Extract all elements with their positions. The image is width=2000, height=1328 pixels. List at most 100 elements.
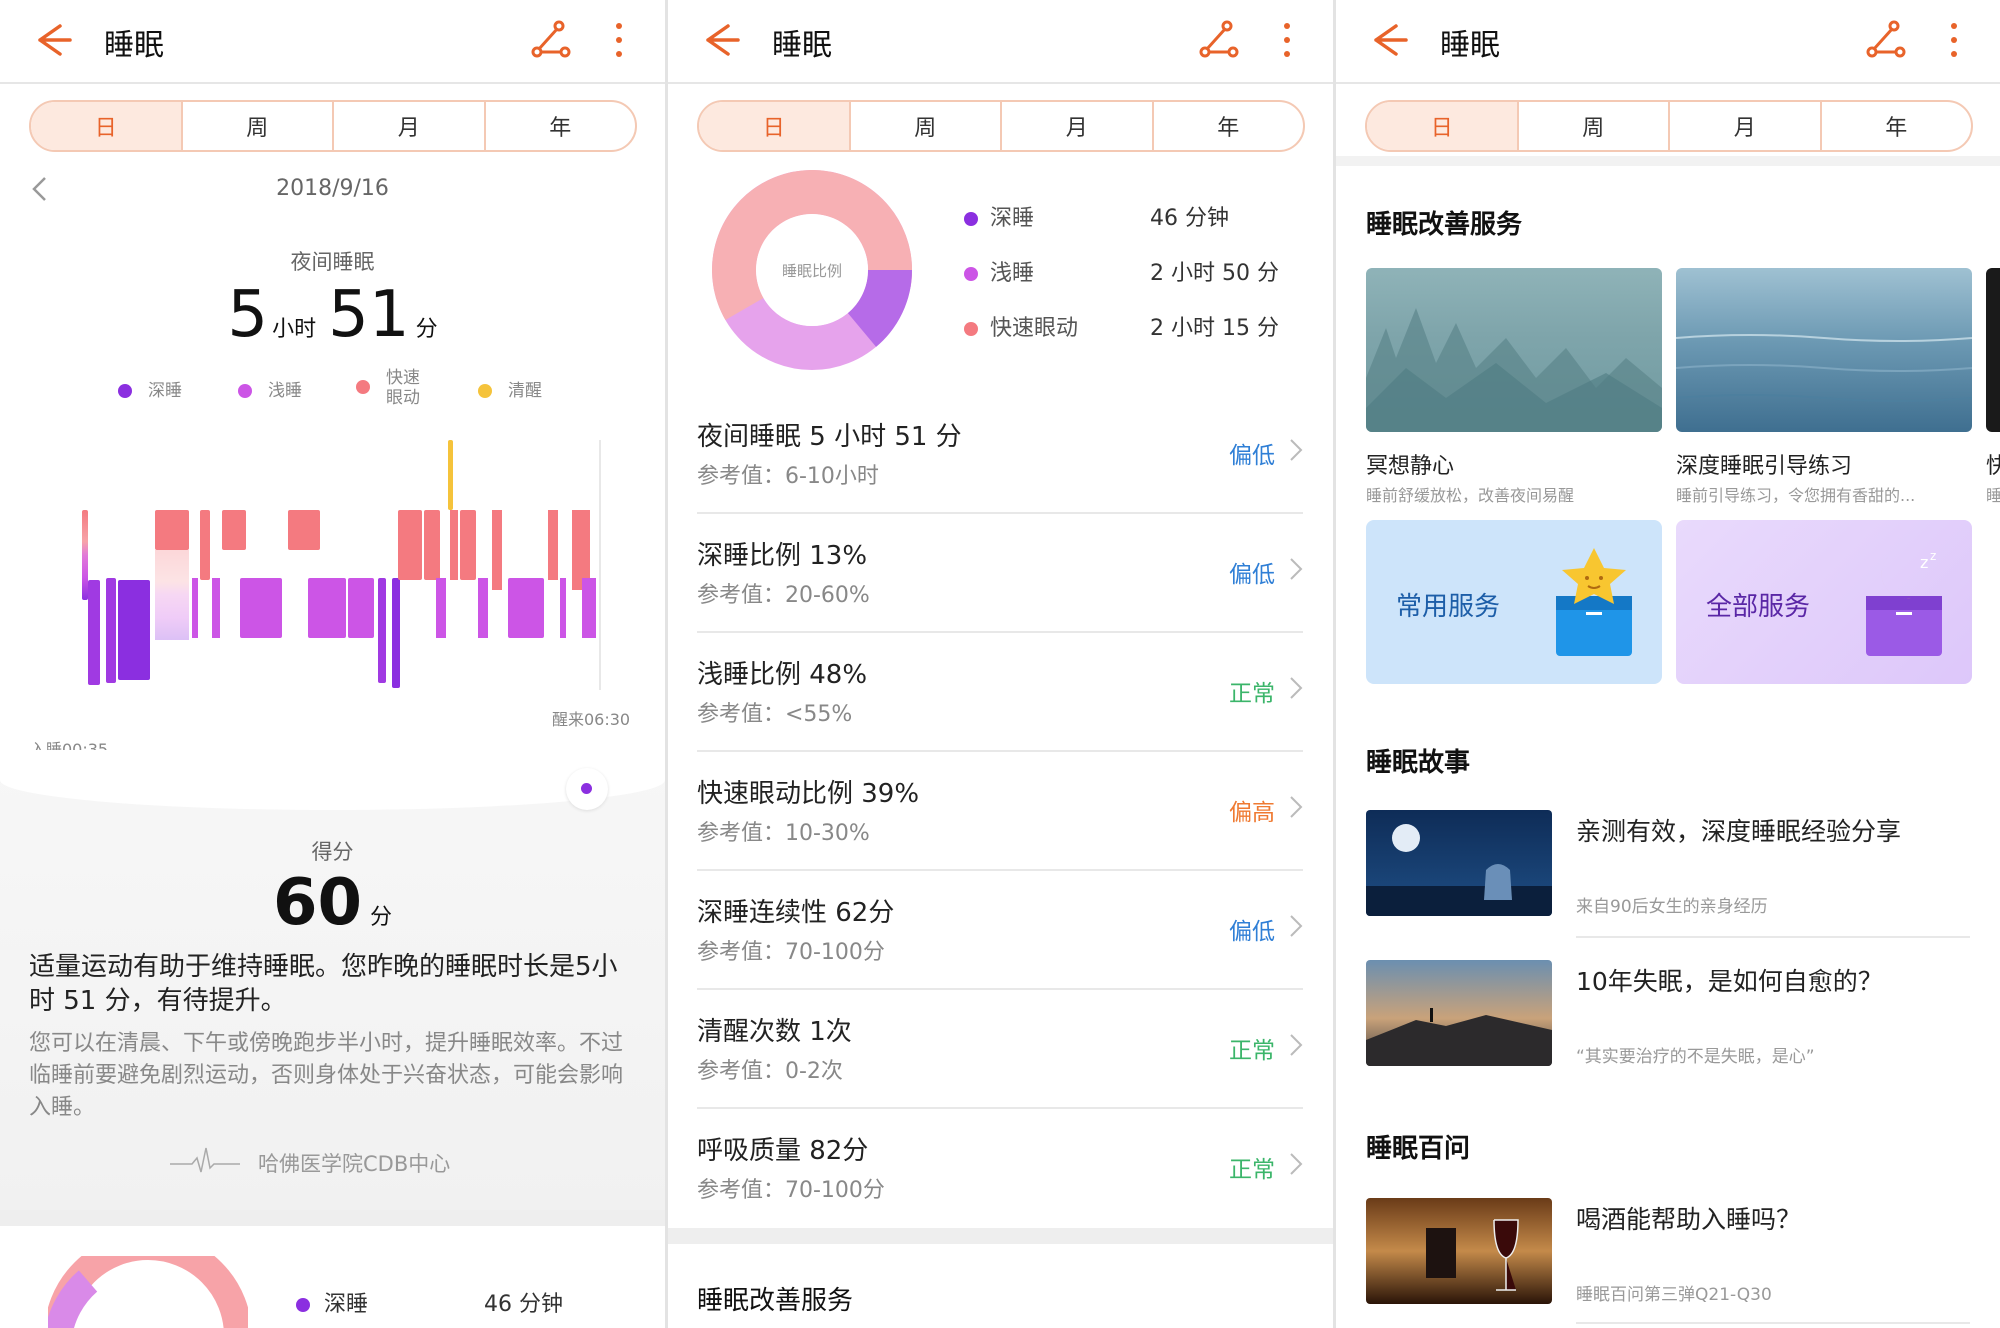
- period-tabs: 日 周 月 年: [1365, 100, 1973, 152]
- panel-sleep-metrics: 睡眠 日 周 月 年 睡眠比例 深睡 46 分钟 浅睡 2 小时 50 分 快速…: [668, 0, 1333, 1328]
- metric-title: 快速眼动比例 39%: [697, 779, 920, 809]
- footer-section-title: 睡眠改善服务: [697, 1286, 854, 1316]
- share-icon[interactable]: [1197, 18, 1241, 62]
- common-services-tile[interactable]: 常用服务: [1366, 520, 1662, 684]
- story-title[interactable]: 10年失眠，是如何自愈的？: [1576, 962, 1883, 998]
- legend-awake: 清醒: [478, 376, 542, 401]
- sleep-stage-chart: [82, 440, 601, 690]
- card-desc: 睡前引导练习，令您拥有香甜的...: [1676, 486, 1916, 505]
- metric-row[interactable]: 清醒次数 1次 参考值：0-2次 正常: [697, 991, 1303, 1109]
- breakdown-dot-rem: [964, 322, 978, 336]
- metric-row[interactable]: 深睡比例 13% 参考值：20-60% 偏低: [697, 515, 1303, 633]
- back-arrow-icon[interactable]: [30, 18, 74, 62]
- bottom-legend-value: 46 分钟: [484, 1292, 563, 1317]
- story-subtitle: 来自90后女生的亲身经历: [1576, 897, 1768, 917]
- breakdown-rem: 快速眼动: [964, 310, 1078, 342]
- advice-detail: 您可以在清晨、下午或傍晚跑步半小时，提升睡眠效率。不过临睡前要避免剧烈运动，否则…: [29, 1031, 624, 1120]
- timeline-handle[interactable]: [566, 768, 608, 810]
- metric-reference: 参考值：<55%: [697, 702, 853, 727]
- wake-time: 醒来06:30: [552, 710, 631, 729]
- qa-thumb-wine[interactable]: [1366, 1198, 1552, 1304]
- meditation-card-image[interactable]: [1366, 268, 1662, 432]
- metric-row[interactable]: 呼吸质量 82分 参考值：70-100分 正常: [697, 1110, 1303, 1228]
- bottom-legend-label: 深睡: [324, 1292, 369, 1317]
- score-label: 得分: [311, 840, 354, 864]
- section-divider: [0, 1210, 665, 1226]
- breakdown-light: 浅睡: [964, 255, 1034, 287]
- more-options-icon[interactable]: [1944, 18, 1964, 62]
- score-number: 60: [272, 866, 363, 940]
- share-icon[interactable]: [1864, 18, 1908, 62]
- advice-main: 适量运动有助于维持睡眠。您昨晚的睡眠时长是5小时 51 分，有待提升。: [29, 952, 618, 1016]
- wine-glass-image: [1426, 1219, 1519, 1291]
- tab-month[interactable]: 月: [1000, 102, 1152, 150]
- qa-title[interactable]: 喝酒能帮助入睡吗？: [1576, 1200, 1801, 1236]
- metric-reference: 参考值：6-10小时: [697, 464, 879, 489]
- ocean-image: [1676, 334, 1972, 402]
- story-title[interactable]: 亲测有效，深度睡眠经验分享: [1576, 812, 1901, 848]
- back-arrow-icon[interactable]: [698, 18, 742, 62]
- legend-rem: 快速眼动: [356, 368, 426, 408]
- score-unit: 分: [370, 905, 393, 930]
- chevron-right-icon: [1290, 677, 1303, 699]
- sleep-ratio-donut: 睡眠比例: [712, 170, 912, 370]
- card-title[interactable]: 冥想静心: [1366, 448, 1454, 480]
- score-card-curve: [0, 750, 665, 810]
- score-value: 60 分: [0, 866, 665, 940]
- card-title[interactable]: 深度睡眠引导练习: [1676, 448, 1852, 480]
- metric-row[interactable]: 夜间睡眠 5 小时 51 分参考值：6-10小时 偏低: [697, 396, 1303, 514]
- page-title: 睡眠: [772, 28, 832, 63]
- tile-label: 全部服务: [1706, 592, 1811, 622]
- tab-week[interactable]: 周: [180, 102, 333, 150]
- breakdown-deep: 深睡: [964, 200, 1034, 232]
- metric-title: 呼吸质量 82分: [697, 1136, 869, 1166]
- metric-title: 清醒次数 1次: [697, 1017, 852, 1047]
- donut-center-label: 睡眠比例: [782, 263, 842, 280]
- tab-day[interactable]: 日: [699, 102, 849, 150]
- svg-text:z: z: [1930, 549, 1936, 563]
- mini-donut-chart: [48, 1256, 248, 1328]
- more-options-icon[interactable]: [1277, 18, 1297, 62]
- metric-status: 偏高: [1229, 800, 1275, 826]
- top-bar: 睡眠: [668, 0, 1333, 84]
- tab-week[interactable]: 周: [1516, 102, 1669, 150]
- legend-dot-awake: [478, 384, 492, 398]
- tab-month[interactable]: 月: [1668, 102, 1820, 150]
- metric-status: 偏低: [1229, 919, 1275, 945]
- period-tabs: 日 周 月 年: [697, 100, 1305, 152]
- cliff-sunset-image: [1366, 1008, 1552, 1066]
- tab-day[interactable]: 日: [1367, 102, 1517, 150]
- tab-year[interactable]: 年: [483, 102, 636, 150]
- breakdown-value-light: 2 小时 50 分: [1150, 261, 1279, 286]
- share-icon[interactable]: [529, 18, 573, 62]
- chevron-right-icon: [1290, 796, 1303, 818]
- legend-label-light: 浅睡: [268, 381, 302, 401]
- story-thumb-cliff[interactable]: [1366, 960, 1552, 1066]
- all-services-tile[interactable]: 全部服务 zz: [1676, 520, 1972, 684]
- deep-sleep-card-image[interactable]: [1676, 268, 1972, 432]
- story-thumb-moon[interactable]: [1366, 810, 1552, 916]
- tab-year[interactable]: 年: [1819, 102, 1972, 150]
- chevron-right-icon: [1290, 915, 1303, 937]
- score-card: 得分 60 分 适量运动有助于维持睡眠。您昨晚的睡眠时长是5小时 51 分，有待提…: [0, 750, 665, 1210]
- metric-status: 正常: [1229, 1038, 1275, 1064]
- tab-year[interactable]: 年: [1151, 102, 1304, 150]
- panel-sleep-services: 睡眠 日 周 月 年 睡眠改善服务 冥想静心 睡前舒缓放松，改善夜间易醒 深度睡…: [1336, 0, 2000, 1328]
- chevron-right-icon: [1290, 1034, 1303, 1056]
- metric-row[interactable]: 浅睡比例 48% 参考值：<55% 正常: [697, 634, 1303, 752]
- next-card-image-partial[interactable]: [1986, 268, 2000, 432]
- legend-deep: 深睡: [118, 376, 182, 401]
- breakdown-label-rem: 快速眼动: [990, 316, 1079, 341]
- tile-label: 常用服务: [1396, 592, 1501, 622]
- tab-day[interactable]: 日: [31, 102, 181, 150]
- metric-row[interactable]: 快速眼动比例 39% 参考值：10-30% 偏高: [697, 753, 1303, 871]
- metric-row[interactable]: 深睡连续性 62分 参考值：70-100分 偏低: [697, 872, 1303, 990]
- metric-status: 偏低: [1229, 562, 1275, 588]
- more-options-icon[interactable]: [609, 18, 629, 62]
- metric-status: 偏低: [1229, 443, 1275, 469]
- next-card-title-partial: 快: [1986, 454, 2000, 479]
- tab-week[interactable]: 周: [848, 102, 1001, 150]
- back-arrow-icon[interactable]: [1366, 18, 1410, 62]
- breakdown-label-light: 浅睡: [990, 261, 1035, 286]
- tab-month[interactable]: 月: [332, 102, 484, 150]
